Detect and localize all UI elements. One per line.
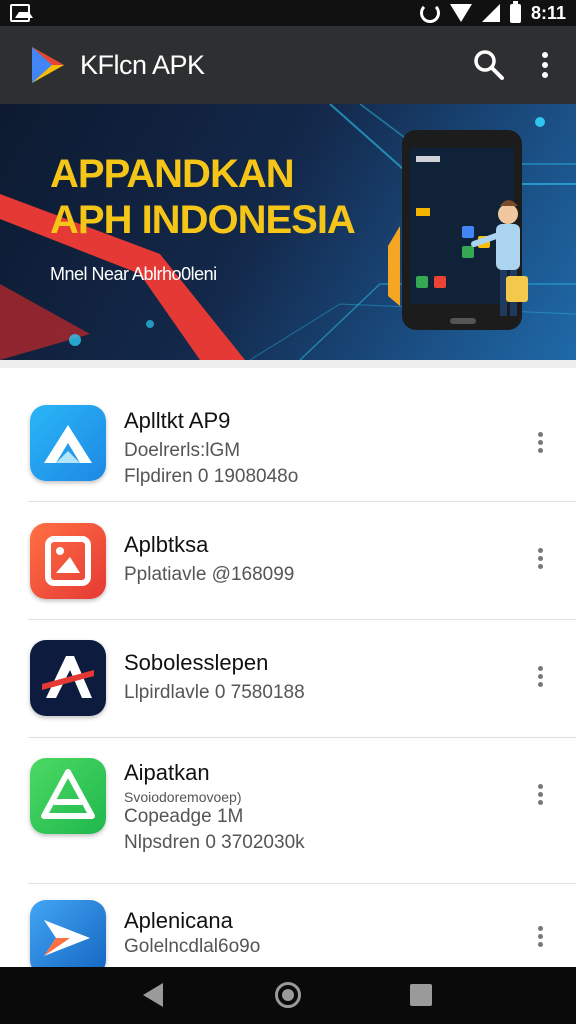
more-vert-icon[interactable] <box>530 782 550 812</box>
banner-title-line1: APPANDKAN <box>50 152 295 196</box>
navigation-bar <box>0 967 576 1024</box>
gallery-icon <box>10 4 33 22</box>
list-item[interactable]: Aipatkan Svoiodoremovoep) Copeadge 1M Nl… <box>0 738 576 884</box>
search-icon[interactable] <box>470 46 508 84</box>
app-detail: Pplatiavle @168099 <box>124 564 295 585</box>
triangle-app-icon <box>30 758 106 834</box>
more-vert-icon[interactable] <box>530 430 550 460</box>
rotate-icon <box>419 3 440 23</box>
back-icon[interactable] <box>143 983 163 1007</box>
banner-title-line2: APH INDONESIA <box>50 198 356 242</box>
arrow-up-app-icon <box>30 405 106 481</box>
app-detail: Llpirdlavle 0 7580188 <box>124 682 305 703</box>
recent-apps-icon[interactable] <box>410 984 432 1006</box>
list-item[interactable]: Sobolesslepen Llpirdlavle 0 7580188 <box>0 620 576 738</box>
promo-banner[interactable]: APPANDKAN APH INDONESIA Mnel Near Ablrho… <box>0 104 576 360</box>
list-item[interactable]: Aplenicana Golelncdlal6o9o <box>0 884 576 967</box>
photo-frame-app-icon <box>30 523 106 599</box>
list-item[interactable]: Aplltkt AP9 Doelrerls:lGM Flpdiren 0 190… <box>0 368 576 502</box>
app-name: Aipatkan <box>124 760 210 785</box>
home-icon[interactable] <box>275 982 301 1008</box>
app-name: Sobolesslepen <box>124 650 269 675</box>
list-top-divider <box>0 360 576 368</box>
list-item[interactable]: Aplbtksa Pplatiavle @168099 <box>0 502 576 620</box>
more-vert-icon[interactable] <box>530 46 560 84</box>
app-detail: Flpdiren 0 1908048o <box>124 466 299 487</box>
app-logo-icon <box>28 45 68 85</box>
wifi-icon <box>449 4 472 22</box>
app-detail: Svoiodoremovoep) <box>124 789 242 805</box>
app-title: KFlcn APK <box>80 50 205 80</box>
app-detail: Golelncdlal6o9o <box>124 936 261 957</box>
app-name: Aplltkt AP9 <box>124 408 231 433</box>
more-vert-icon[interactable] <box>530 546 550 576</box>
app-detail: Copeadge 1M <box>124 806 244 827</box>
signal-icon <box>481 4 500 22</box>
battery-icon <box>509 0 521 23</box>
banner-subtitle: Mnel Near Ablrho0leni <box>50 264 217 284</box>
status-icons: 8:11 <box>419 0 566 26</box>
app-detail: Nlpsdren 0 3702030k <box>124 832 305 853</box>
app-bar: KFlcn APK <box>0 26 576 104</box>
app-name: Aplenicana <box>124 908 233 933</box>
status-bar: 8:11 <box>0 0 576 26</box>
more-vert-icon[interactable] <box>530 664 550 694</box>
app-detail: Doelrerls:lGM <box>124 440 241 461</box>
status-time: 8:11 <box>530 2 566 23</box>
more-vert-icon[interactable] <box>530 924 550 954</box>
app-name: Aplbtksa <box>124 532 209 557</box>
letter-a-app-icon <box>30 640 106 716</box>
forward-arrow-app-icon <box>30 900 106 967</box>
phone-illustration-icon <box>388 126 538 336</box>
